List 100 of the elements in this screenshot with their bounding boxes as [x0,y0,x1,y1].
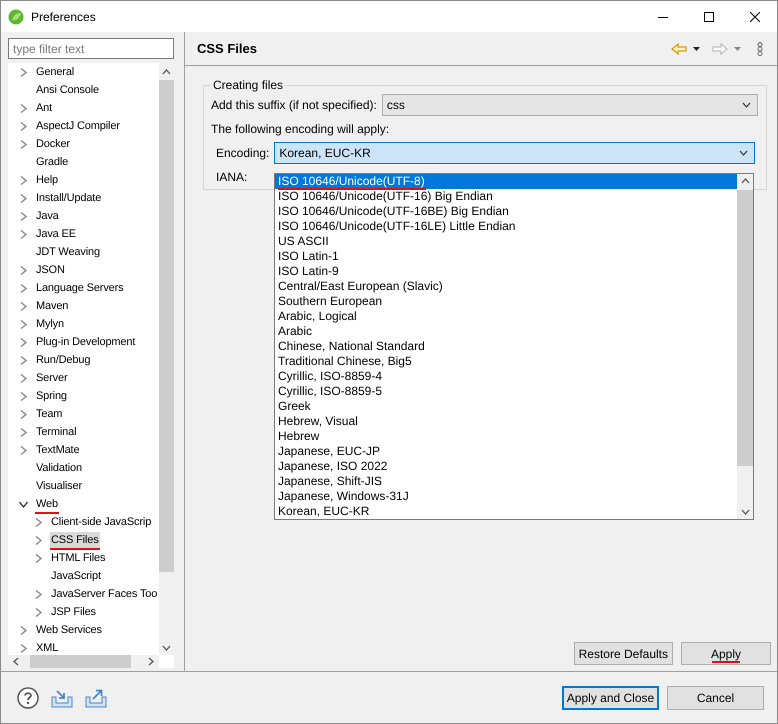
tree-item[interactable]: TextMate [35,442,80,458]
chevron-right-icon[interactable] [19,302,28,310]
encoding-option[interactable]: Central/East European (Slavic) [275,279,737,294]
tree-item[interactable]: Terminal [35,424,78,440]
dialog-button[interactable]: Cancel [667,686,764,710]
tree-item[interactable]: XML [35,640,60,655]
encoding-option[interactable]: Korean, EUC-KR [275,504,737,519]
help-icon[interactable] [17,687,39,709]
tree-item[interactable]: HTML Files [50,550,106,566]
filter-field[interactable]: type filter text [8,38,174,59]
tree-item[interactable]: Server [35,370,68,386]
chevron-right-icon[interactable] [19,446,28,454]
chevron-right-icon[interactable] [19,392,28,400]
scroll-up-icon[interactable] [162,69,171,75]
tree-item[interactable]: Web Services [35,622,103,638]
scrollbar-thumb[interactable] [737,190,753,466]
chevron-right-icon[interactable] [19,140,28,148]
encoding-option[interactable]: Arabic, Logical [275,309,737,324]
chevron-right-icon[interactable] [19,626,28,634]
scroll-down-icon[interactable] [162,645,171,651]
tree-item[interactable]: Java [35,208,60,224]
tree-item[interactable]: Docker [35,136,71,152]
close-icon[interactable] [750,12,760,22]
scrollbar[interactable] [737,174,753,519]
export-icon[interactable] [85,688,107,708]
encoding-option[interactable]: Japanese, EUC-JP [275,444,737,459]
encoding-option[interactable]: Traditional Chinese, Big5 [275,354,737,369]
chevron-right-icon[interactable] [34,608,43,616]
encoding-option[interactable]: Arabic [275,324,737,339]
chevron-right-icon[interactable] [19,122,28,130]
chevron-right-icon[interactable] [19,374,28,382]
encoding-option[interactable]: ISO 10646/Unicode(UTF-16BE) Big Endian [275,204,737,219]
encoding-option[interactable]: ISO 10646/Unicode(UTF-8) [275,174,737,189]
encoding-combo[interactable]: Korean, EUC-KR [274,142,755,164]
chevron-right-icon[interactable] [19,230,28,238]
page-button[interactable]: Apply [681,642,771,665]
scrollbar-thumb[interactable] [30,655,131,668]
encoding-option[interactable]: Japanese, Windows-31J [275,489,737,504]
page-button[interactable]: Restore Defaults [574,642,673,665]
maximize-icon[interactable] [704,12,714,22]
scrollbar-thumb[interactable] [159,80,174,572]
tree-item[interactable]: Language Servers [35,280,124,296]
tree-item[interactable]: AspectJ Compiler [35,118,121,134]
scroll-down-icon[interactable] [740,509,750,515]
scrollbar[interactable] [159,63,174,655]
tree-item[interactable]: JavaScript [50,568,102,584]
encoding-option[interactable]: Cyrillic, ISO-8859-5 [275,384,737,399]
chevron-right-icon[interactable] [19,68,28,76]
chevron-down-icon[interactable] [19,500,28,508]
dialog-button[interactable]: Apply and Close [562,686,659,710]
scroll-up-icon[interactable] [740,178,750,184]
tree-item[interactable]: Maven [35,298,70,314]
tree-item[interactable]: Install/Update [35,190,102,206]
chevron-right-icon[interactable] [19,320,28,328]
encoding-option[interactable]: Hebrew [275,429,737,444]
tree-item[interactable]: JavaServer Faces Too [50,586,158,602]
chevron-right-icon[interactable] [19,356,28,364]
tree-item[interactable]: Gradle [35,154,70,170]
chevron-right-icon[interactable] [19,266,28,274]
chevron-right-icon[interactable] [19,644,28,652]
chevron-down-icon[interactable] [739,150,748,156]
tree-item[interactable]: Ant [35,100,54,116]
dropdown-arrow-icon[interactable] [693,46,700,50]
tree-item[interactable]: Validation [35,460,83,476]
chevron-right-icon[interactable] [19,428,28,436]
encoding-option[interactable]: Chinese, National Standard [275,339,737,354]
tree-item[interactable]: Help [35,172,60,188]
tree-item[interactable]: Team [35,406,64,422]
tree-item[interactable]: JSP Files [50,604,97,620]
tree-item[interactable]: Spring [35,388,68,404]
chevron-right-icon[interactable] [19,284,28,292]
suffix-combo[interactable]: css [382,94,758,116]
tree-item[interactable]: Java EE [35,226,77,242]
tree-item[interactable]: Web [35,496,59,512]
chevron-right-icon[interactable] [19,194,28,202]
chevron-right-icon[interactable] [19,338,28,346]
tree-item[interactable]: Ansi Console [35,82,100,98]
encoding-option[interactable]: Cyrillic, ISO-8859-4 [275,369,737,384]
chevron-down-icon[interactable] [742,102,751,108]
tree-item[interactable]: Mylyn [35,316,65,332]
more-menu-icon[interactable] [757,42,763,56]
tree-item[interactable]: Client-side JavaScrip [50,514,152,530]
tree-item[interactable]: Plug-in Development [35,334,136,350]
scroll-right-icon[interactable] [148,657,154,666]
encoding-option[interactable]: Japanese, Shift-JIS [275,474,737,489]
chevron-right-icon[interactable] [19,176,28,184]
chevron-right-icon[interactable] [34,518,43,526]
chevron-right-icon[interactable] [34,590,43,598]
chevron-right-icon[interactable] [19,104,28,112]
chevron-right-icon[interactable] [19,212,28,220]
encoding-option[interactable]: Greek [275,399,737,414]
encoding-option[interactable]: ISO Latin-9 [275,264,737,279]
chevron-right-icon[interactable] [34,536,43,544]
forward-arrow-icon[interactable] [712,42,728,54]
tree-item[interactable]: Run/Debug [35,352,92,368]
scrollbar[interactable] [8,655,159,668]
import-icon[interactable] [51,688,73,708]
chevron-right-icon[interactable] [34,554,43,562]
tree-item[interactable]: JSON [35,262,66,278]
encoding-option[interactable]: US ASCII [275,234,737,249]
